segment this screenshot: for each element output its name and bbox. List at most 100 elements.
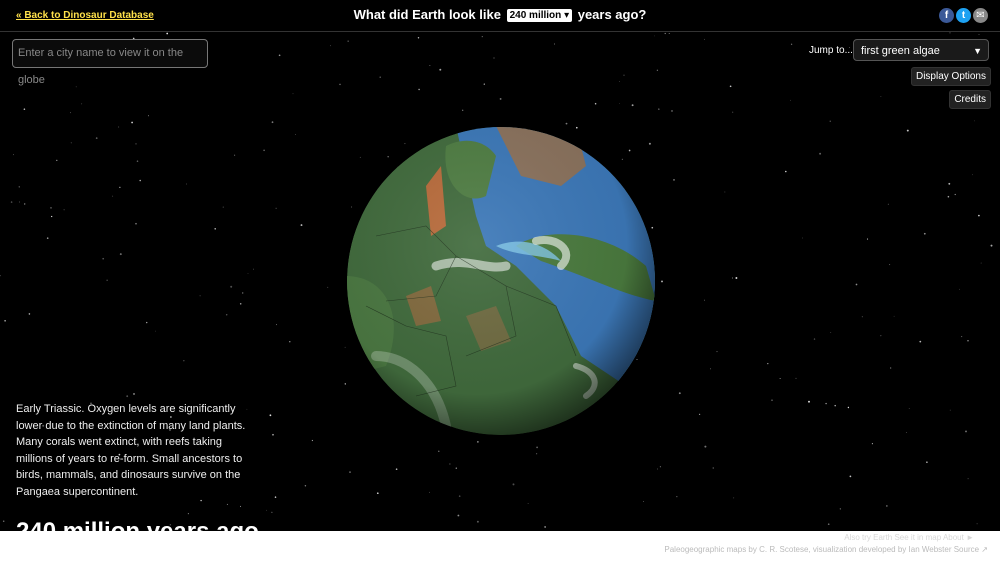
star (906, 129, 909, 132)
star (166, 32, 169, 35)
star (449, 463, 451, 465)
star (712, 467, 714, 469)
star (455, 467, 458, 469)
jump-to-select[interactable]: first green algae ▼ (853, 39, 989, 61)
star (139, 179, 141, 182)
star (418, 88, 420, 91)
page-title: What did Earth look like 240 million ▾ y… (0, 7, 1000, 22)
display-options-button[interactable]: Display Options (910, 67, 991, 86)
star (295, 134, 296, 135)
footer-credits: Paleogeographic maps by C. R. Scotese, v… (664, 545, 988, 554)
star (908, 408, 910, 409)
star (458, 495, 461, 497)
star (457, 514, 460, 517)
star (704, 38, 705, 40)
star (304, 485, 307, 487)
star (779, 378, 781, 379)
star (56, 159, 58, 162)
star (698, 413, 701, 416)
chevron-down-icon: ▼ (973, 46, 982, 56)
star (10, 201, 13, 203)
star (990, 244, 993, 247)
facebook-icon[interactable]: f (939, 8, 954, 23)
footer-links[interactable]: Also try Earth See it in map About ► (844, 533, 974, 542)
star (300, 224, 303, 227)
star (135, 222, 137, 225)
star (225, 314, 228, 316)
star (839, 508, 841, 510)
star (28, 313, 31, 315)
star (242, 292, 244, 294)
star (948, 182, 951, 185)
star (659, 466, 661, 468)
star (619, 81, 620, 83)
star (527, 503, 529, 504)
star (481, 36, 483, 38)
age-select[interactable]: 240 million ▾ (506, 9, 573, 22)
star (4, 319, 6, 322)
star (119, 253, 122, 256)
star (654, 35, 655, 37)
star (230, 285, 233, 288)
star (263, 149, 265, 152)
earth-globe[interactable] (346, 126, 656, 436)
star (978, 34, 980, 35)
star (729, 85, 732, 88)
star (266, 509, 268, 511)
star (274, 496, 277, 498)
star (311, 439, 314, 442)
star (871, 443, 873, 445)
star (102, 257, 105, 260)
star (50, 207, 52, 209)
star (671, 110, 673, 112)
star (131, 121, 133, 124)
star (19, 201, 20, 203)
title-suffix: years ago? (577, 7, 647, 22)
star (668, 33, 670, 34)
star (855, 283, 858, 286)
city-search-input[interactable]: Enter a city name to view it on the glob… (12, 39, 208, 86)
star (830, 332, 832, 333)
star (594, 102, 597, 105)
jump-to-label: Jump to... (809, 45, 853, 56)
star (813, 338, 816, 340)
star (2, 520, 5, 522)
star (0, 274, 1, 277)
star (18, 186, 21, 188)
star (239, 303, 242, 305)
star (657, 468, 658, 470)
star (819, 152, 822, 155)
star (146, 321, 148, 324)
star (905, 432, 907, 433)
star (954, 193, 956, 196)
star (710, 368, 711, 370)
star (276, 324, 277, 326)
twitter-icon[interactable]: t (956, 8, 971, 23)
star (886, 505, 888, 507)
star (959, 288, 960, 290)
star (887, 203, 889, 205)
star (46, 237, 49, 239)
star (81, 103, 83, 105)
star (731, 277, 733, 279)
star (676, 496, 678, 498)
star (112, 195, 114, 197)
star (732, 111, 734, 113)
star (724, 191, 726, 193)
star (70, 142, 72, 144)
star (271, 511, 273, 513)
star (889, 264, 891, 266)
star (735, 277, 738, 279)
star (275, 207, 277, 209)
star (349, 471, 351, 473)
star (536, 446, 538, 449)
email-icon[interactable]: ✉ (973, 8, 988, 23)
credits-button[interactable]: Credits (949, 90, 991, 109)
star (716, 351, 718, 353)
star (678, 392, 681, 395)
star (429, 491, 430, 493)
star (664, 32, 666, 35)
star (923, 232, 926, 235)
star (890, 367, 892, 369)
star (631, 104, 634, 107)
